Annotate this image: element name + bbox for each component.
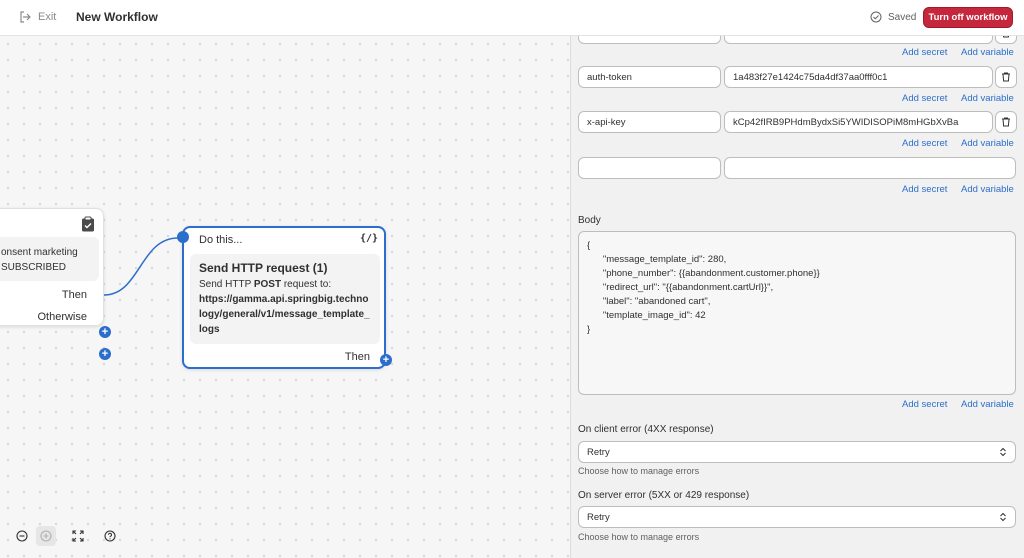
server-error-help: Choose how to manage errors [578,532,700,542]
desc-prefix: Send HTTP [199,279,254,290]
client-error-select[interactable]: Retry [578,441,1016,463]
body-textarea[interactable]: { "message_template_id": 280, "phone_num… [578,231,1016,395]
select-chevron-icon [1000,512,1006,522]
select-chevron-icon [1000,447,1006,457]
condition-line-2: SUBSCRIBED [1,262,67,273]
condition-then-label: Then [61,289,87,301]
add-variable-link[interactable]: Add variable [961,399,1014,410]
server-error-select[interactable]: Retry [578,506,1016,528]
workflow-canvas[interactable]: onsent marketing SUBSCRIBED Then Otherwi… [0,36,570,558]
add-variable-link[interactable]: Add variable [961,47,1014,58]
add-secret-link[interactable]: Add secret [902,93,947,104]
server-error-value: Retry [587,511,610,523]
header-key-input[interactable] [578,157,721,179]
zoom-controls [12,526,120,546]
fit-view-button[interactable] [68,526,88,546]
desc-suffix: request to: [281,279,332,290]
add-secret-link[interactable]: Add secret [902,138,947,149]
help-icon [104,530,116,542]
header-key-input[interactable]: x-api-key [578,111,721,133]
code-icon: {/} [359,233,378,244]
http-method: POST [253,279,282,290]
top-bar: Exit New Workflow Saved Turn off workflo… [0,0,1024,36]
condition-otherwise-label: Otherwise [37,311,87,323]
otherwise-add-step-button[interactable]: + [99,348,111,360]
node-add-step-button[interactable]: + [380,354,392,366]
client-error-label: On client error (4XX response) [578,424,714,435]
exit-icon [20,11,31,23]
header-value-input[interactable] [724,157,1016,179]
condition-body: onsent marketing SUBSCRIBED [0,237,99,281]
fit-view-icon [72,530,84,542]
zoom-in-button[interactable] [36,526,56,546]
then-add-step-button[interactable]: + [99,326,111,338]
condition-node[interactable]: onsent marketing SUBSCRIBED Then Otherwi… [0,208,111,360]
delete-header-button[interactable] [995,66,1017,88]
help-button[interactable] [100,526,120,546]
check-circle-icon [870,11,882,23]
body-label: Body [578,215,601,226]
workflow-title[interactable]: New Workflow [76,10,158,24]
node-title: Send HTTP request (1) [199,261,328,275]
server-error-label: On server error (5XX or 429 response) [578,490,750,501]
add-secret-link[interactable]: Add secret [902,47,947,58]
zoom-out-icon [16,530,28,542]
node-input-handle[interactable] [177,231,189,243]
add-variable-link[interactable]: Add variable [961,138,1014,149]
delete-header-button[interactable] [995,111,1017,133]
zoom-out-button[interactable] [12,526,32,546]
add-variable-link[interactable]: Add variable [961,184,1014,195]
zoom-in-icon [40,530,52,542]
exit-button[interactable]: Exit [19,11,56,23]
node-label: Do this... [199,234,243,246]
saved-label: Saved [888,11,917,23]
node-then-label: Then [344,351,370,363]
header-value-input[interactable]: kCp42fIRB9PHdmBydxSi5YWIDISOPiM8mHGbXvBa [724,111,993,133]
add-variable-link[interactable]: Add variable [961,93,1014,104]
node-description: Send HTTP POST request to: [199,277,371,292]
request-url: https://gamma.api.springbig.technology/g… [199,294,370,335]
trash-icon [1002,117,1010,127]
client-error-help: Choose how to manage errors [578,466,700,476]
http-settings-panel: Add secret Add variable auth-token 1a483… [570,22,1024,558]
header-value-input[interactable]: 1a483f27e1424c75da4df37aa0fff0c1 [724,66,993,88]
trash-icon [1002,72,1010,82]
condition-line-1: onsent marketing [1,247,78,258]
header-key-input[interactable]: auth-token [578,66,721,88]
connector-line [103,237,179,296]
add-secret-link[interactable]: Add secret [902,399,947,410]
add-secret-link[interactable]: Add secret [902,184,947,195]
saved-status: Saved [870,11,916,23]
http-request-node[interactable]: Do this... {/} Send HTTP request (1) Sen… [177,226,392,369]
exit-label: Exit [38,11,57,23]
clipboard-check-icon [82,216,94,232]
client-error-value: Retry [587,446,610,458]
node-body: Send HTTP request (1) Send HTTP POST req… [190,254,380,344]
turn-off-workflow-button[interactable]: Turn off workflow [923,7,1013,28]
